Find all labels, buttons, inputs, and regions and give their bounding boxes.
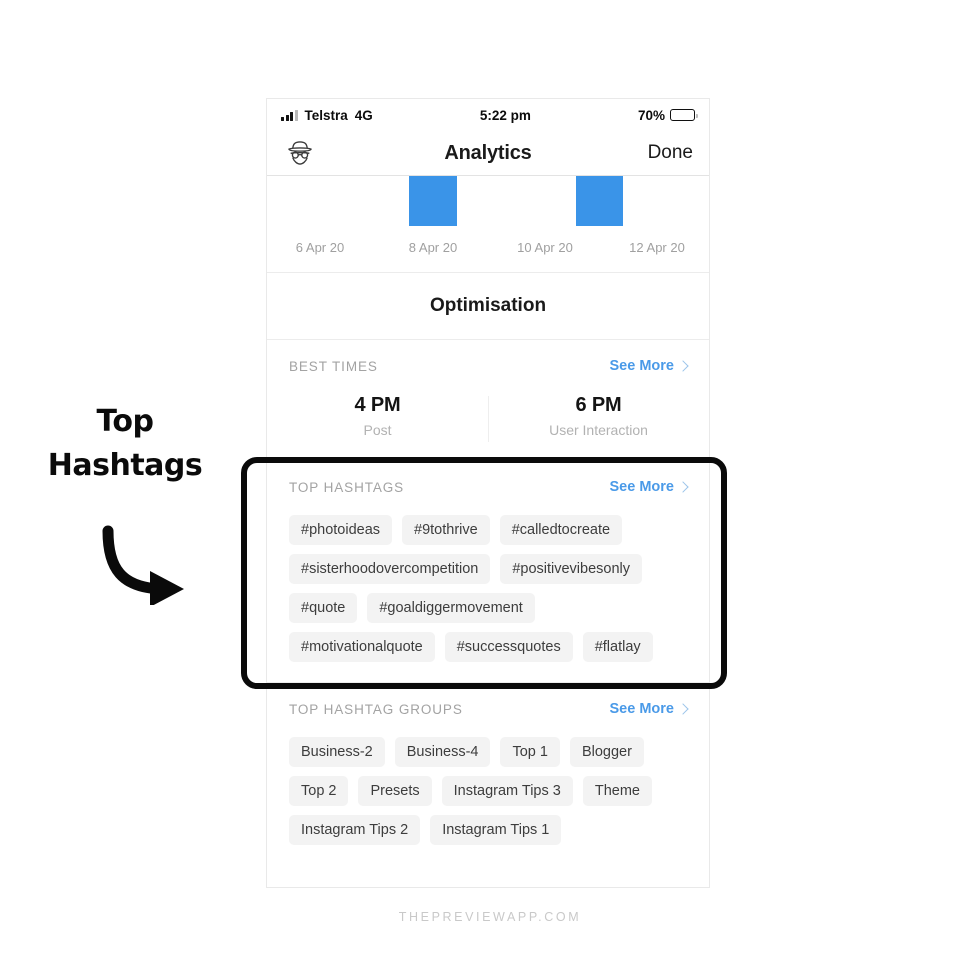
footer-watermark: THEPREVIEWAPP.COM <box>398 910 582 924</box>
hashtag-chip[interactable]: #goaldiggermovement <box>367 593 535 623</box>
top-hashtags-section: TOP HASHTAGS See More #photoideas #9toth… <box>267 461 709 682</box>
battery-percent-label: 70% <box>637 107 665 123</box>
best-time-interaction: 6 PM User Interaction <box>488 394 709 438</box>
top-hashtags-header: TOP HASHTAGS See More <box>267 461 709 501</box>
hashtag-group-chip[interactable]: Instagram Tips 2 <box>289 815 421 845</box>
top-hashtag-groups-chip-list: Business-2 Business-4 Top 1 Blogger Top … <box>267 723 709 865</box>
hashtag-chip[interactable]: #quote <box>289 593 358 623</box>
analytics-bar-chart: 6 Apr 20 8 Apr 20 10 Apr 20 12 Apr 20 <box>267 175 709 273</box>
curved-arrow-down-right-icon <box>102 525 184 605</box>
page-title: Analytics <box>444 141 532 164</box>
hashtag-group-chip[interactable]: Top 1 <box>500 737 560 767</box>
hashtag-chip[interactable]: #calledtocreate <box>499 515 623 545</box>
best-time-post-caption: Post <box>363 422 392 438</box>
chevron-right-icon <box>677 480 689 493</box>
top-hashtags-see-more-link[interactable]: See More <box>609 479 689 495</box>
hashtag-group-chip[interactable]: Instagram Tips 3 <box>441 776 573 806</box>
hashtag-group-chip[interactable]: Instagram Tips 1 <box>430 815 562 845</box>
hashtag-chip[interactable]: #9tothrive <box>402 515 490 545</box>
best-times-label: BEST TIMES <box>289 358 378 374</box>
best-times-see-more-link[interactable]: See More <box>609 358 689 374</box>
hashtag-chip[interactable]: #motivationalquote <box>289 632 435 662</box>
done-button[interactable]: Done <box>648 142 693 164</box>
signal-bars-icon <box>281 109 298 121</box>
best-time-interaction-caption: User Interaction <box>549 422 648 438</box>
status-bar-right: 70% <box>637 107 698 123</box>
status-bar-left: Telstra 4G <box>281 108 373 123</box>
top-hashtags-label: TOP HASHTAGS <box>289 479 405 495</box>
network-label: 4G <box>354 107 373 123</box>
top-hashtag-groups-header: TOP HASHTAG GROUPS See More <box>267 683 709 723</box>
see-more-label: See More <box>609 479 674 495</box>
best-time-post-value: 4 PM <box>354 394 401 416</box>
hashtag-chip[interactable]: #positivevibesonly <box>500 554 643 584</box>
best-times-values: 4 PM Post 6 PM User Interaction <box>267 380 709 460</box>
chart-x-tick: 6 Apr 20 <box>295 240 345 255</box>
chevron-right-icon <box>677 702 689 715</box>
hashtag-group-chip[interactable]: Blogger <box>569 737 644 767</box>
chart-x-axis-labels: 6 Apr 20 8 Apr 20 10 Apr 20 12 Apr 20 <box>267 240 709 258</box>
chart-bar <box>409 176 457 226</box>
hashtag-chip[interactable]: #photoideas <box>289 515 393 545</box>
navigation-bar: Analytics Done <box>267 131 709 175</box>
best-time-post: 4 PM Post <box>267 394 488 438</box>
optimisation-section-title: Optimisation <box>267 273 709 340</box>
top-hashtag-groups-section: TOP HASHTAG GROUPS See More Business-2 B… <box>267 683 709 865</box>
top-hashtags-chip-list: #photoideas #9tothrive #calledtocreate #… <box>267 501 709 682</box>
top-hashtag-groups-label: TOP HASHTAG GROUPS <box>289 701 463 717</box>
status-bar: Telstra 4G 5:22 pm 70% <box>267 99 709 131</box>
battery-icon <box>670 109 698 121</box>
hashtag-group-chip[interactable]: Presets <box>358 776 432 806</box>
chart-x-tick: 10 Apr 20 <box>517 240 573 255</box>
vertical-divider <box>488 396 489 442</box>
annotation-line-1: Top <box>96 404 154 439</box>
carrier-label: Telstra <box>304 107 348 123</box>
chart-bar <box>576 176 623 226</box>
hashtag-chip[interactable]: #sisterhoodovercompetition <box>289 554 491 584</box>
status-bar-time: 5:22 pm <box>479 107 531 123</box>
see-more-label: See More <box>609 358 674 374</box>
chevron-right-icon <box>677 359 689 372</box>
annotation-line-2: Hashtags <box>47 448 203 483</box>
phone-screenshot: Telstra 4G 5:22 pm 70% Analytics Done 6 … <box>266 98 710 888</box>
hashtag-group-chip[interactable]: Business-2 <box>289 737 385 767</box>
see-more-label: See More <box>609 701 674 717</box>
chart-x-tick: 8 Apr 20 <box>408 240 458 255</box>
hashtag-chip[interactable]: #flatlay <box>582 632 653 662</box>
top-hashtag-groups-see-more-link[interactable]: See More <box>609 701 689 717</box>
hashtag-group-chip[interactable]: Theme <box>582 776 652 806</box>
hashtag-group-chip[interactable]: Business-4 <box>394 737 491 767</box>
hashtag-chip[interactable]: #successquotes <box>444 632 573 662</box>
best-time-interaction-value: 6 PM <box>575 394 622 416</box>
annotation-text: Top Hashtags <box>20 400 230 488</box>
chart-x-tick: 12 Apr 20 <box>629 240 685 255</box>
best-times-header: BEST TIMES See More <box>267 340 709 380</box>
incognito-spy-icon[interactable] <box>283 136 317 170</box>
hashtag-group-chip[interactable]: Top 2 <box>289 776 349 806</box>
best-times-section: BEST TIMES See More 4 PM Post 6 PM User … <box>267 340 709 460</box>
